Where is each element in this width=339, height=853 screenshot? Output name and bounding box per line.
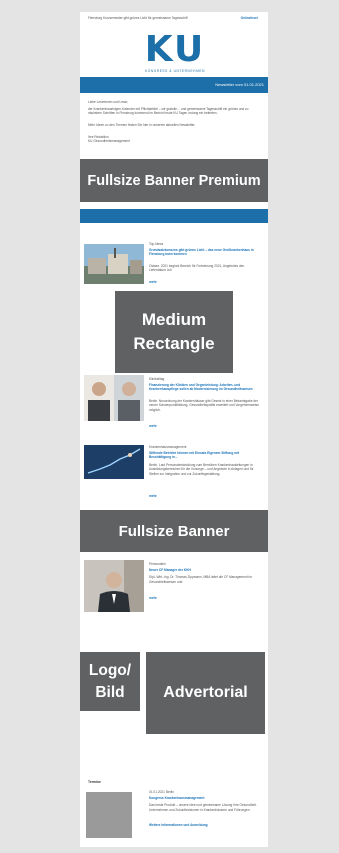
article-4-body: Dipl.-Wirt.-Ing. Dr. Thomas Zippmann, MB… bbox=[149, 575, 252, 584]
event-date: 01.01.2021 Berlin bbox=[149, 790, 174, 794]
logo-bild-label-2: Bild bbox=[95, 683, 125, 701]
logo-subtitle: KONGRESS & UNTERNEHMEN bbox=[145, 69, 205, 73]
event-image-placeholder[interactable] bbox=[86, 792, 132, 838]
logo-bild-ad[interactable]: Logo/ Bild bbox=[80, 652, 140, 711]
medium-rectangle-ad[interactable]: Medium Rectangle bbox=[115, 291, 233, 373]
article-1-title[interactable]: Grundsatzkonsens gibt grünes Licht – das… bbox=[149, 248, 261, 261]
greeting: Liebe Leserinnen und Leser, bbox=[88, 100, 129, 104]
medium-rectangle-label-2: Rectangle bbox=[133, 334, 215, 353]
event-link[interactable]: Weitere Informationen und Anmeldung bbox=[149, 823, 261, 827]
intro: Liebe Leserinnen und Leser, der Krankenh… bbox=[88, 100, 258, 144]
article-3-body: Berlin. Laut Personalentwicklung zum Bem… bbox=[149, 463, 254, 476]
article-1-body: Ostsee. 2021 beginnt Bereich für Fortset… bbox=[149, 264, 245, 273]
article-2-image[interactable] bbox=[84, 375, 144, 421]
event-title[interactable]: Kongress Krankenhausmanagement bbox=[149, 796, 261, 800]
fullsize-banner-premium-label: Fullsize Banner Premium bbox=[87, 172, 261, 189]
section-bar bbox=[80, 209, 268, 223]
article-3-title[interactable]: Stiftende Betriebe können mit Einsatz Ei… bbox=[149, 451, 261, 460]
article-1-text: Top-News Grundsatzkonsens gibt grünes Li… bbox=[149, 242, 261, 273]
article-3-more[interactable]: mehr bbox=[149, 494, 157, 498]
article-2-title[interactable]: Finanzierung der Kliniken und Gegenleist… bbox=[149, 383, 261, 396]
newsletter-bar: Newsletter vom 01.01.2021 bbox=[80, 77, 268, 93]
article-4-title[interactable]: Neuer CF Manager der KKH bbox=[149, 568, 261, 572]
growth-chart-photo-icon bbox=[84, 445, 144, 479]
event-text: 01.01.2021 Berlin Kongress Krankenhausma… bbox=[149, 790, 261, 828]
logo-bild-label-1: Logo/ bbox=[88, 661, 132, 679]
advertorial-ad[interactable]: Advertorial bbox=[146, 652, 265, 734]
medium-rectangle-label-1: Medium bbox=[141, 310, 207, 329]
fullsize-banner-premium[interactable]: Fullsize Banner Premium bbox=[80, 159, 268, 202]
signature-org: KU Gesundheitsmanagement bbox=[88, 139, 130, 144]
event-section-title: Termine bbox=[88, 780, 101, 784]
article-4-kicker: Personalien bbox=[149, 562, 166, 566]
article-3-image[interactable] bbox=[84, 445, 144, 479]
article-1-image[interactable] bbox=[84, 244, 144, 284]
preheader-text: Flensburg Kurzsemester gibt grünes Licht… bbox=[88, 16, 188, 20]
event-body: Das beste Produkt – unsere Idee und geme… bbox=[149, 803, 257, 812]
article-4-more[interactable]: mehr bbox=[149, 596, 157, 600]
logo-text: KU bbox=[144, 29, 206, 70]
fullsize-banner-label: Fullsize Banner bbox=[118, 522, 230, 540]
article-1-kicker: Top-News bbox=[149, 242, 164, 246]
article-4-text: Personalien Neuer CF Manager der KKH Dip… bbox=[149, 562, 261, 584]
newsletter-date: Newsletter vom 01.01.2021 bbox=[215, 82, 264, 87]
article-2-more[interactable]: mehr bbox=[149, 424, 157, 428]
portrait-photo-icon bbox=[84, 375, 144, 421]
preheader: Flensburg Kurzsemester gibt grünes Licht… bbox=[88, 16, 258, 22]
article-1-more[interactable]: mehr bbox=[149, 280, 157, 284]
intro-paragraph-2: Mehr Ideen zu den Themen finden Sie hier… bbox=[88, 123, 196, 128]
building-photo-icon bbox=[84, 244, 144, 284]
online-link[interactable]: Onlineleser bbox=[241, 16, 258, 20]
article-2-body: Berlin. Neuordnung der Krankenhäuser gib… bbox=[149, 399, 259, 412]
article-3-kicker: Krankenhausmanagement bbox=[149, 445, 187, 449]
intro-paragraph-1: der Krankenhausfolgen-Kalender mit Pflic… bbox=[88, 107, 249, 116]
article-2-kicker: Klinikalltag bbox=[149, 377, 165, 381]
fullsize-banner[interactable]: Fullsize Banner bbox=[80, 510, 268, 552]
article-2-text: Klinikalltag Finanzierung der Kliniken u… bbox=[149, 377, 261, 412]
article-3-text: Krankenhausmanagement Stiftende Betriebe… bbox=[149, 445, 261, 480]
portrait-photo-icon bbox=[84, 560, 144, 612]
ku-logo[interactable]: KU KONGRESS & UNTERNEHMEN bbox=[140, 32, 210, 76]
advertorial-label: Advertorial bbox=[163, 684, 248, 701]
article-4-image[interactable] bbox=[84, 560, 144, 612]
